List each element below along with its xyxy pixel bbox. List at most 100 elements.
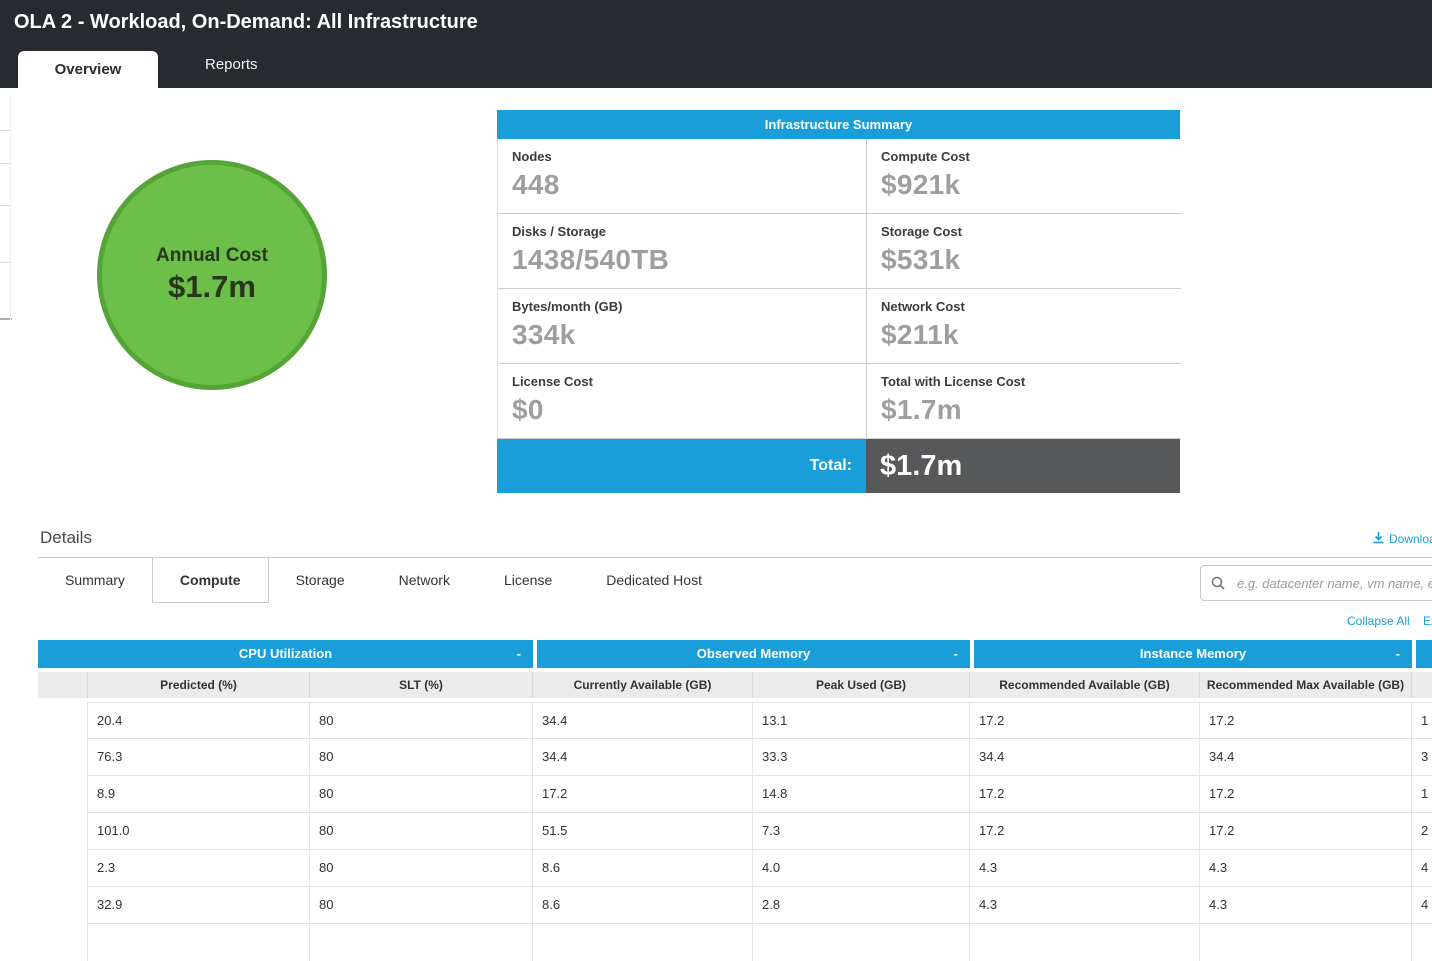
cell-recommended-available: 4.3 [970, 887, 1200, 924]
cell-value: $921k [881, 169, 1167, 201]
table-body: 20.4 80 34.4 13.1 17.2 17.2 1 76.3 80 34… [38, 702, 1432, 961]
download-link[interactable]: Download [1372, 531, 1432, 547]
cell-recommended-available: 4.3 [970, 850, 1200, 887]
summary-cell-total-with-license: Total with License Cost $1.7m [867, 364, 1181, 439]
cell-value: 334k [512, 319, 852, 351]
main-tabstrip: Overview Reports [0, 44, 1432, 88]
collapse-group-icon[interactable]: - [517, 640, 521, 668]
subheader-expander [38, 672, 88, 698]
summary-cell-nodes: Nodes 448 [498, 139, 867, 214]
cell-currently-available: 8.6 [533, 887, 753, 924]
table-row[interactable]: 8.9 80 17.2 14.8 17.2 17.2 1 [38, 776, 1432, 813]
cell-label: Disks / Storage [512, 224, 852, 239]
cell-recommended-available: 17.2 [970, 702, 1200, 739]
cell-peak-used: 7.3 [753, 813, 970, 850]
row-expander-cell [38, 924, 88, 961]
tab-compute[interactable]: Compute [152, 558, 269, 603]
cell-predicted: 20.4 [88, 702, 310, 739]
table-row[interactable]: 101.0 80 51.5 7.3 17.2 17.2 2 [38, 813, 1432, 850]
cell-recommended-available [970, 924, 1200, 961]
cell-label: Nodes [512, 149, 852, 164]
cell-slt: 80 [310, 813, 533, 850]
download-icon [1372, 531, 1385, 547]
page-title: OLA 2 - Workload, On-Demand: All Infrast… [0, 0, 1432, 44]
cell-slt [310, 924, 533, 961]
cell-value: $211k [881, 319, 1167, 351]
table-collapse-links: Collapse All Expand All [1347, 614, 1432, 628]
collapse-group-icon[interactable]: - [1396, 640, 1400, 668]
table-row[interactable]: 76.3 80 34.4 33.3 34.4 34.4 3 [38, 739, 1432, 776]
cell-clipped: 1 [1412, 776, 1432, 813]
row-expander-cell [38, 776, 88, 813]
tab-storage[interactable]: Storage [269, 558, 372, 603]
cell-value: 448 [512, 169, 852, 201]
group-label: Instance Memory [1140, 646, 1246, 661]
table-row[interactable]: 32.9 80 8.6 2.8 4.3 4.3 4 [38, 887, 1432, 924]
cell-clipped: 4 [1412, 887, 1432, 924]
subheader-predicted: Predicted (%) [88, 672, 310, 698]
table-row[interactable]: 20.4 80 34.4 13.1 17.2 17.2 1 [38, 702, 1432, 739]
cell-currently-available: 8.6 [533, 850, 753, 887]
infrastructure-summary-panel: Infrastructure Summary Nodes 448 Compute… [497, 110, 1180, 493]
tab-network[interactable]: Network [372, 558, 477, 603]
cell-recommended-max: 17.2 [1200, 813, 1412, 850]
collapse-all-link[interactable]: Collapse All [1347, 614, 1410, 628]
cell-slt: 80 [310, 702, 533, 739]
group-label: Observed Memory [697, 646, 810, 661]
summary-total-row: Total: $1.7m [497, 439, 1180, 493]
compute-details-table: CPU Utilization - Observed Memory - Inst… [38, 640, 1432, 961]
subheader-recommended-max: Recommended Max Available (GB) [1200, 672, 1412, 698]
cell-recommended-max [1200, 924, 1412, 961]
tab-reports[interactable]: Reports [190, 44, 273, 88]
cell-predicted: 8.9 [88, 776, 310, 813]
cell-peak-used: 13.1 [753, 702, 970, 739]
cell-predicted: 32.9 [88, 887, 310, 924]
annual-cost-label: Annual Cost [156, 245, 268, 267]
summary-cell-compute-cost: Compute Cost $921k [867, 139, 1181, 214]
summary-cell-storage-cost: Storage Cost $531k [867, 214, 1181, 289]
row-expander-cell [38, 702, 88, 739]
row-expander-cell [38, 887, 88, 924]
cell-slt: 80 [310, 739, 533, 776]
table-row[interactable]: 2.3 80 8.6 4.0 4.3 4.3 4 [38, 850, 1432, 887]
collapse-group-icon[interactable]: - [954, 640, 958, 668]
annual-cost-value: $1.7m [168, 269, 256, 305]
cell-clipped: 4 [1412, 850, 1432, 887]
infrastructure-summary-title: Infrastructure Summary [497, 110, 1180, 139]
summary-cell-license-cost: License Cost $0 [498, 364, 867, 439]
cell-currently-available: 34.4 [533, 702, 753, 739]
cell-currently-available: 17.2 [533, 776, 753, 813]
subheader-slt: SLT (%) [310, 672, 533, 698]
cell-clipped: 3 [1412, 739, 1432, 776]
summary-cell-disks-storage: Disks / Storage 1438/540TB [498, 214, 867, 289]
search-input[interactable] [1200, 565, 1432, 601]
table-row-partial[interactable] [38, 924, 1432, 961]
cell-label: Storage Cost [881, 224, 1167, 239]
cell-label: Network Cost [881, 299, 1167, 314]
cell-predicted: 2.3 [88, 850, 310, 887]
app-header: OLA 2 - Workload, On-Demand: All Infrast… [0, 0, 1432, 44]
search-box [1200, 565, 1432, 601]
cell-value: 1438/540TB [512, 244, 852, 276]
cell-clipped [1412, 924, 1432, 961]
group-clipped [1412, 640, 1432, 668]
cell-label: Bytes/month (GB) [512, 299, 852, 314]
cell-recommended-max: 4.3 [1200, 887, 1412, 924]
row-expander-cell [38, 813, 88, 850]
cell-recommended-max: 4.3 [1200, 850, 1412, 887]
group-observed-memory: Observed Memory - [533, 640, 970, 668]
expand-all-link[interactable]: Expand All [1423, 614, 1432, 628]
tab-overview[interactable]: Overview [18, 51, 158, 88]
summary-cell-network-cost: Network Cost $211k [867, 289, 1181, 364]
row-expander-cell [38, 739, 88, 776]
cell-recommended-max: 34.4 [1200, 739, 1412, 776]
tab-dedicated-host[interactable]: Dedicated Host [579, 558, 729, 603]
tab-license[interactable]: License [477, 558, 579, 603]
cell-currently-available [533, 924, 753, 961]
details-tabs: Summary Compute Storage Network License … [38, 558, 729, 603]
cell-slt: 80 [310, 776, 533, 813]
group-cpu-utilization: CPU Utilization - [38, 640, 533, 668]
cell-predicted: 101.0 [88, 813, 310, 850]
tab-summary[interactable]: Summary [38, 558, 152, 603]
cell-predicted [88, 924, 310, 961]
